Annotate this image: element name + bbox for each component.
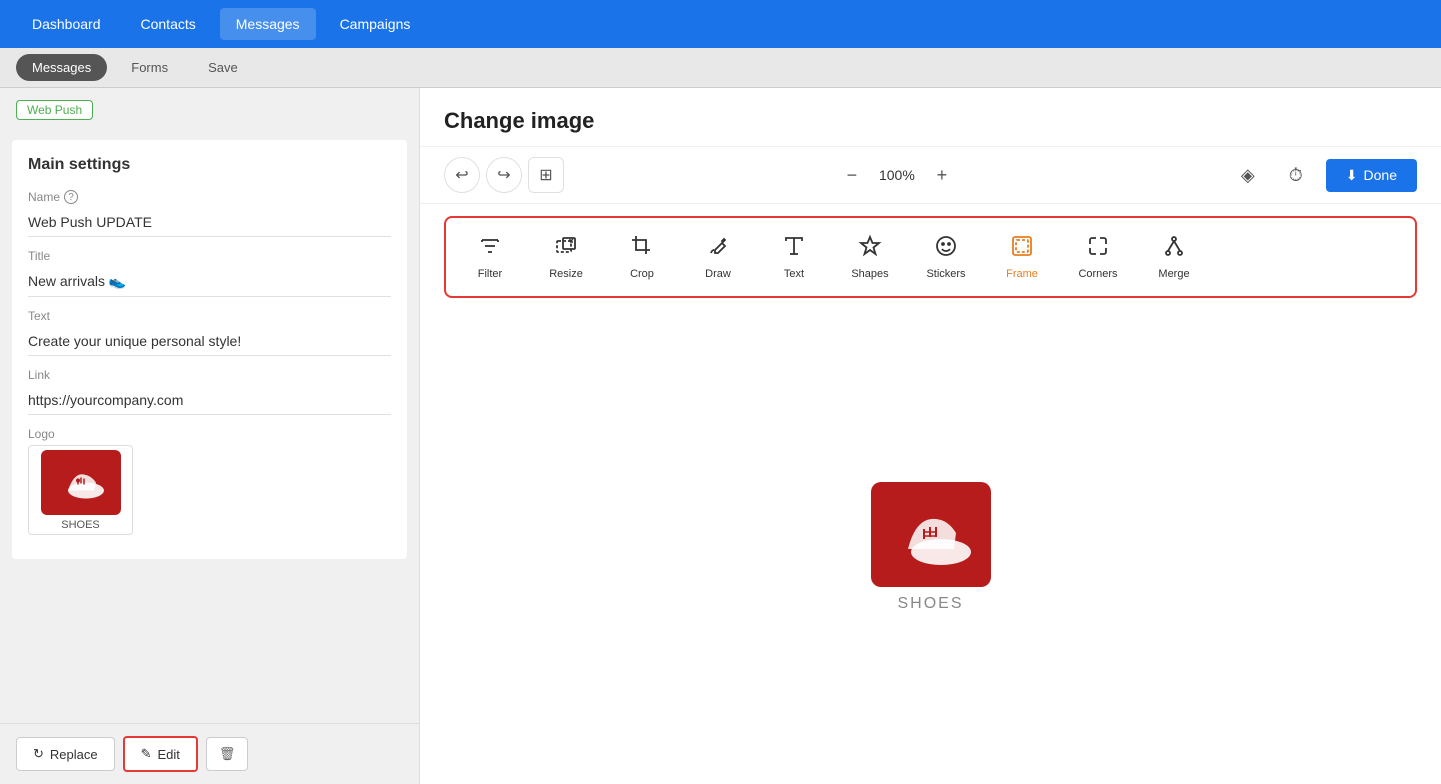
link-field-group: Link https://yourcompany.com bbox=[28, 368, 391, 415]
tool-stickers[interactable]: Stickers bbox=[910, 226, 982, 288]
resize-label: Resize bbox=[549, 268, 583, 280]
merge-icon bbox=[1162, 234, 1186, 264]
content-header: Change image bbox=[420, 88, 1441, 147]
main-toolbar: ↩ ↪ ⊞ − 100% + ◈ ⏱ bbox=[420, 147, 1441, 204]
bottom-actions: ↻ Replace ✎ Edit 🗑 bbox=[0, 723, 419, 784]
zoom-in-button[interactable]: + bbox=[930, 163, 954, 187]
title-label: Title bbox=[28, 249, 391, 263]
name-value: Web Push UPDATE bbox=[28, 208, 391, 237]
link-label: Link bbox=[28, 368, 391, 382]
corners-icon bbox=[1086, 234, 1110, 264]
logo-thumbnail: SHOES bbox=[28, 445, 133, 535]
logo-label: Logo bbox=[28, 427, 391, 441]
shapes-label: Shapes bbox=[851, 268, 888, 280]
zoom-out-button[interactable]: − bbox=[840, 163, 864, 187]
top-navigation: Dashboard Contacts Messages Campaigns bbox=[0, 0, 1441, 48]
tool-shapes[interactable]: Shapes bbox=[834, 226, 906, 288]
filter-icon bbox=[478, 234, 502, 264]
tool-crop[interactable]: Crop bbox=[606, 226, 678, 288]
plus-box-icon: ⊞ bbox=[539, 165, 552, 185]
replace-button[interactable]: ↻ Replace bbox=[16, 737, 115, 771]
nav-contacts[interactable]: Contacts bbox=[125, 8, 212, 40]
subnav-messages[interactable]: Messages bbox=[16, 54, 107, 81]
page-title: Change image bbox=[444, 108, 594, 134]
frame-icon bbox=[1010, 234, 1034, 264]
name-info-icon: ? bbox=[64, 190, 78, 204]
tool-corners[interactable]: Corners bbox=[1062, 226, 1134, 288]
main-layout: Web Push Main settings Name ? Web Push U… bbox=[0, 88, 1441, 784]
tool-text[interactable]: Text bbox=[758, 226, 830, 288]
trash-icon: 🗑 bbox=[219, 746, 236, 761]
filter-label: Filter bbox=[478, 268, 502, 280]
undo-icon: ↩ bbox=[455, 165, 468, 185]
frame-label: Frame bbox=[1006, 268, 1038, 280]
tool-merge[interactable]: Merge bbox=[1138, 226, 1210, 288]
corners-label: Corners bbox=[1078, 268, 1117, 280]
name-label: Name ? bbox=[28, 190, 391, 204]
canvas-area: SHOES bbox=[420, 310, 1441, 784]
logo-text: SHOES bbox=[61, 519, 100, 531]
draw-label: Draw bbox=[705, 268, 731, 280]
resize-icon bbox=[554, 234, 578, 264]
history-button[interactable]: ⏱ bbox=[1278, 157, 1314, 193]
text-field-group: Text Create your unique personal style! bbox=[28, 309, 391, 356]
main-settings-title: Main settings bbox=[28, 156, 391, 174]
tool-draw[interactable]: Draw bbox=[682, 226, 754, 288]
edit-pencil-icon: ✎ bbox=[141, 746, 152, 762]
main-settings-section: Main settings Name ? Web Push UPDATE Tit… bbox=[12, 140, 407, 559]
layers-icon: ◈ bbox=[1241, 165, 1255, 186]
toolbar-right: ◈ ⏱ ⬇ Done bbox=[1230, 157, 1417, 193]
shoes-label: SHOES bbox=[897, 595, 963, 613]
shoes-icon bbox=[56, 460, 106, 505]
nav-dashboard[interactable]: Dashboard bbox=[16, 8, 117, 40]
redo-icon: ↪ bbox=[497, 165, 510, 185]
text-label: Text bbox=[28, 309, 391, 323]
shoes-logo-preview bbox=[871, 482, 991, 587]
tools-toolbar: Filter Resize bbox=[444, 216, 1417, 298]
merge-label: Merge bbox=[1158, 268, 1189, 280]
shapes-icon bbox=[858, 234, 882, 264]
edit-button[interactable]: ✎ Edit bbox=[123, 736, 198, 772]
subnav-forms[interactable]: Forms bbox=[115, 54, 184, 81]
text-icon bbox=[782, 234, 806, 264]
replace-icon: ↻ bbox=[33, 746, 44, 762]
name-field-group: Name ? Web Push UPDATE bbox=[28, 190, 391, 237]
add-button[interactable]: ⊞ bbox=[528, 157, 564, 193]
redo-button[interactable]: ↪ bbox=[486, 157, 522, 193]
logo-field-group: Logo SHOES bbox=[28, 427, 391, 535]
subnav-save[interactable]: Save bbox=[192, 54, 254, 81]
image-preview: SHOES bbox=[871, 482, 991, 613]
done-button[interactable]: ⬇ Done bbox=[1326, 159, 1417, 192]
download-icon: ⬇ bbox=[1346, 167, 1358, 184]
link-value: https://yourcompany.com bbox=[28, 386, 391, 415]
content-area: Change image ↩ ↪ ⊞ − 100% + bbox=[420, 88, 1441, 784]
web-push-badge: Web Push bbox=[16, 100, 93, 120]
text-label: Text bbox=[784, 268, 804, 280]
crop-label: Crop bbox=[630, 268, 654, 280]
stickers-icon bbox=[934, 234, 958, 264]
tool-frame[interactable]: Frame bbox=[986, 226, 1058, 288]
draw-icon bbox=[706, 234, 730, 264]
shoes-svg bbox=[886, 497, 976, 572]
crop-icon bbox=[630, 234, 654, 264]
title-field-group: Title New arrivals 👟 bbox=[28, 249, 391, 297]
stickers-label: Stickers bbox=[926, 268, 965, 280]
toolbar-center: − 100% + bbox=[572, 163, 1222, 187]
delete-button[interactable]: 🗑 bbox=[206, 737, 249, 771]
history-icon: ⏱ bbox=[1289, 165, 1303, 186]
layers-button[interactable]: ◈ bbox=[1230, 157, 1266, 193]
toolbar-left: ↩ ↪ ⊞ bbox=[444, 157, 564, 193]
nav-messages[interactable]: Messages bbox=[220, 8, 316, 40]
nav-campaigns[interactable]: Campaigns bbox=[324, 8, 427, 40]
tool-filter[interactable]: Filter bbox=[454, 226, 526, 288]
sub-navigation: Messages Forms Save bbox=[0, 48, 1441, 88]
sidebar: Web Push Main settings Name ? Web Push U… bbox=[0, 88, 420, 784]
text-value: Create your unique personal style! bbox=[28, 327, 391, 356]
title-value: New arrivals 👟 bbox=[28, 267, 391, 297]
undo-button[interactable]: ↩ bbox=[444, 157, 480, 193]
zoom-level: 100% bbox=[872, 167, 922, 183]
logo-image bbox=[41, 450, 121, 515]
tool-resize[interactable]: Resize bbox=[530, 226, 602, 288]
